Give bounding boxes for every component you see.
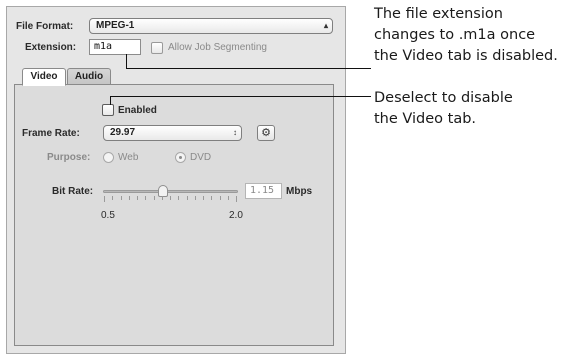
file-format-popup[interactable]: MPEG-1 ▴ bbox=[89, 18, 333, 34]
annotation-extension-line-2: changes to .m1a once bbox=[374, 27, 536, 43]
bit-rate-min-label: 0.5 bbox=[101, 210, 115, 221]
frame-rate-value: 29.97 bbox=[110, 127, 136, 138]
bit-rate-unit: Mbps bbox=[286, 186, 313, 197]
annotation-extension-line-1: The file extension bbox=[374, 6, 503, 22]
file-format-value: MPEG-1 bbox=[96, 20, 135, 31]
callout-line-extension-vertical bbox=[126, 54, 127, 68]
annotation-enabled: Deselect to disable the Video tab. bbox=[374, 88, 513, 130]
bit-rate-label: Bit Rate: bbox=[52, 186, 94, 197]
slider-tick bbox=[145, 196, 147, 200]
slider-tick bbox=[112, 196, 114, 200]
tab-video[interactable]: Video bbox=[22, 68, 66, 86]
allow-job-segmenting-label: Allow Job Segmenting bbox=[168, 42, 267, 53]
slider-tick bbox=[236, 196, 237, 202]
callout-line-extension bbox=[126, 68, 371, 69]
purpose-dvd-label: DVD bbox=[190, 152, 212, 163]
purpose-web-label: Web bbox=[118, 152, 139, 163]
callout-line-enabled bbox=[110, 96, 371, 97]
frame-rate-label: Frame Rate: bbox=[22, 128, 80, 139]
slider-tick bbox=[120, 196, 122, 200]
enabled-label: Enabled bbox=[118, 105, 157, 116]
allow-job-segmenting-checkbox[interactable] bbox=[151, 42, 163, 54]
slider-tick bbox=[203, 196, 204, 200]
bit-rate-slider-track[interactable] bbox=[103, 190, 238, 193]
slider-tick bbox=[161, 196, 163, 200]
file-format-label: File Format: bbox=[16, 21, 74, 32]
bit-rate-max-label: 2.0 bbox=[229, 210, 243, 221]
slider-tick bbox=[104, 196, 105, 202]
slider-tick bbox=[137, 196, 138, 200]
slider-tick bbox=[178, 196, 180, 200]
slider-tick bbox=[227, 196, 229, 200]
slider-tick bbox=[219, 196, 221, 200]
callout-line-enabled-vertical bbox=[110, 96, 111, 105]
tab-content-area bbox=[14, 84, 334, 346]
extension-field[interactable]: m1a bbox=[89, 39, 141, 55]
bit-rate-slider-knob[interactable] bbox=[158, 185, 168, 197]
slider-tick bbox=[170, 196, 171, 200]
tab-audio[interactable]: Audio bbox=[67, 68, 111, 85]
slider-tick bbox=[186, 196, 188, 200]
popup-arrows-icon: ▴ bbox=[323, 21, 328, 30]
bit-rate-field[interactable]: 1.15 bbox=[245, 183, 282, 199]
slider-tick bbox=[194, 196, 196, 200]
slider-tick bbox=[211, 196, 213, 200]
slider-tick bbox=[153, 196, 155, 200]
annotation-enabled-line-1: Deselect to disable bbox=[374, 90, 513, 106]
slider-tick bbox=[128, 196, 130, 200]
gear-icon[interactable]: ⚙ bbox=[257, 125, 275, 141]
enabled-checkbox[interactable] bbox=[102, 104, 114, 116]
popup-arrows-icon: ↕ bbox=[233, 128, 237, 137]
extension-label: Extension: bbox=[25, 42, 77, 53]
annotation-enabled-line-2: the Video tab. bbox=[374, 111, 477, 127]
frame-rate-popup[interactable]: 29.97 ↕ bbox=[103, 125, 242, 141]
purpose-label: Purpose: bbox=[47, 152, 91, 163]
annotation-extension-line-3: the Video tab is disabled. bbox=[374, 48, 558, 64]
annotation-extension: The file extension changes to .m1a once … bbox=[374, 4, 558, 67]
purpose-dvd-radio[interactable] bbox=[175, 152, 186, 163]
purpose-web-radio[interactable] bbox=[103, 152, 114, 163]
